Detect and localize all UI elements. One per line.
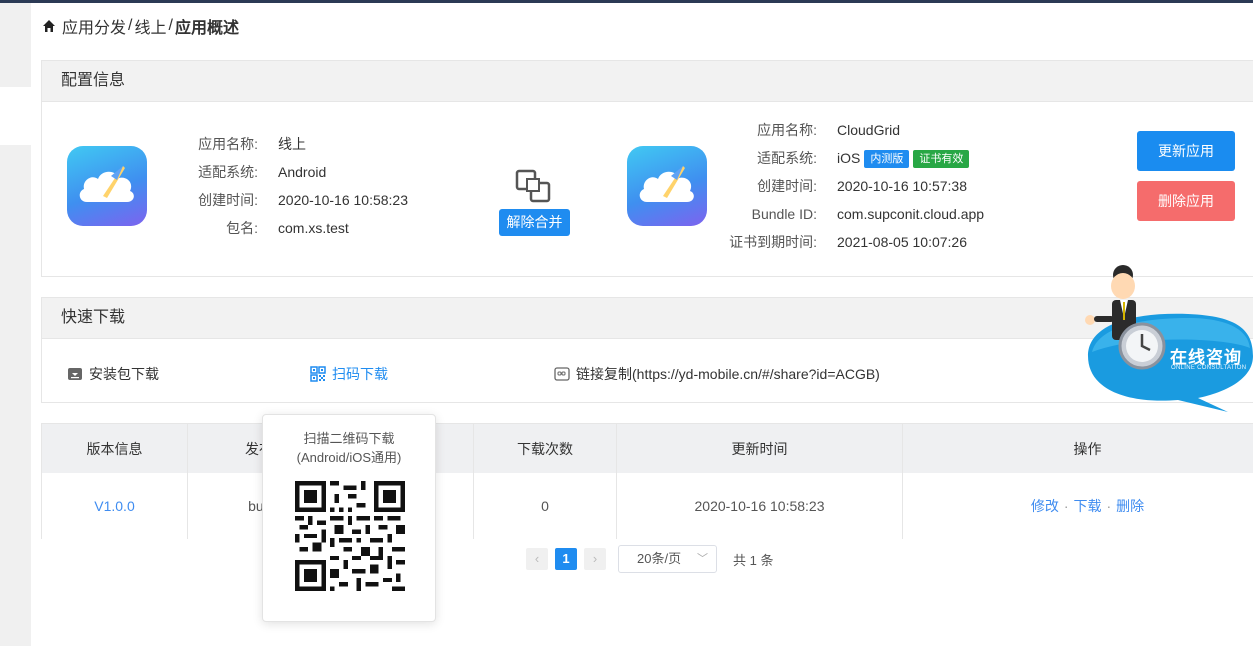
- pagination: ‹ 1 › 20条/页 ﹀ 共 1 条: [526, 545, 773, 573]
- package-download-label: 安装包下载: [89, 366, 159, 382]
- table-row: V1.0.0 buil 0 2020-10-16 10:58:23 修改 · 下…: [42, 473, 1253, 539]
- version-cell: V1.0.0: [42, 473, 188, 539]
- table-header-updated: 更新时间: [617, 424, 903, 473]
- link-copy-icon: [554, 367, 570, 381]
- version-table: 版本信息 发布 下载次数 更新时间 操作 V1.0.0 buil 0 2020-…: [41, 423, 1253, 539]
- ios-bundle-id: Bundle ID: com.supconit.cloud.app: [751, 206, 985, 222]
- actions-cell: 修改 · 下载 · 删除: [903, 473, 1253, 539]
- action-separator: ·: [1106, 498, 1112, 514]
- copy-link-item[interactable]: 链接复制(https://yd-mobile.cn/#/share?id=ACG…: [554, 364, 880, 384]
- ios-cert-expiry: 证书到期时间: 2021-08-05 10:07:26: [729, 234, 967, 250]
- prev-page-button[interactable]: ‹: [526, 548, 548, 570]
- action-separator: ·: [1063, 498, 1069, 514]
- chevron-down-icon: ﹀: [697, 553, 708, 565]
- total-count: 共 1 条: [733, 552, 774, 568]
- online-consultation-widget[interactable]: [1078, 258, 1253, 418]
- page-size-select[interactable]: 20条/页 ﹀: [618, 545, 717, 573]
- breadcrumb-separator: /: [168, 17, 173, 34]
- android-app-name: 应用名称: 线上: [198, 136, 306, 152]
- android-app-created: 创建时间: 2020-10-16 10:58:23: [198, 192, 408, 208]
- download-card-title: 快速下载: [42, 298, 1253, 339]
- download-link[interactable]: 下载: [1074, 496, 1102, 516]
- download-card: 快速下载 安装包下载 扫码下载 链接复制(https://yd-mobile.c…: [41, 297, 1253, 403]
- ios-app-icon: [627, 146, 707, 226]
- update-app-button[interactable]: 更新应用: [1137, 131, 1235, 171]
- ios-app-platform: 适配系统: iOS 内测版 证书有效: [722, 148, 970, 169]
- edit-link[interactable]: 修改: [1031, 496, 1059, 516]
- page-size-value: 20条/页: [637, 551, 682, 566]
- config-card-title: 配置信息: [42, 61, 1253, 102]
- android-app-package: 包名: com.xs.test: [226, 220, 349, 236]
- breadcrumb-separator: /: [128, 17, 133, 34]
- config-card: 配置信息 应用名称: 线上 适配系统: Android 创建时间: 2020-10-1…: [41, 60, 1253, 277]
- qrcode-icon: [310, 366, 326, 382]
- downloads-cell: 0: [474, 473, 617, 539]
- qr-download-label: 扫码下载: [332, 366, 388, 382]
- beta-tag: 内测版: [864, 150, 910, 169]
- qr-popover: 扫描二维码下载 (Android/iOS通用): [262, 414, 436, 622]
- updated-cell: 2020-10-16 10:58:23: [617, 473, 903, 539]
- table-header-row: 版本信息 发布 下载次数 更新时间 操作: [42, 424, 1253, 473]
- cert-valid-tag: 证书有效: [913, 150, 970, 169]
- table-header-downloads: 下载次数: [474, 424, 617, 473]
- android-app-icon: [67, 146, 147, 226]
- qr-popover-title: 扫描二维码下载: [303, 431, 395, 446]
- page-number-current[interactable]: 1: [555, 548, 577, 570]
- top-bar: [0, 0, 1253, 3]
- download-box-icon: [68, 368, 82, 380]
- merge-icon: [515, 169, 551, 203]
- delete-app-button[interactable]: 删除应用: [1137, 181, 1235, 221]
- sidebar-selected-item[interactable]: [0, 87, 31, 145]
- ios-app-name: 应用名称: CloudGrid: [757, 122, 901, 138]
- breadcrumb-item-distribution[interactable]: 应用分发: [62, 14, 126, 38]
- breadcrumb-item-current: 应用概述: [174, 20, 239, 37]
- home-icon[interactable]: [42, 19, 56, 33]
- next-page-button[interactable]: ›: [584, 548, 606, 570]
- qr-download-link[interactable]: 扫码下载: [310, 364, 388, 384]
- unmerge-button[interactable]: 解除合并: [499, 209, 570, 236]
- android-app-platform: 适配系统: Android: [198, 164, 327, 180]
- consultation-subtitle: ONLINE CONSULTATION: [1171, 365, 1247, 371]
- left-sidebar: [0, 3, 31, 646]
- table-header-version: 版本信息: [42, 424, 188, 473]
- package-download-link[interactable]: 安装包下载: [67, 364, 159, 384]
- delete-link[interactable]: 删除: [1116, 496, 1144, 516]
- qr-code-image: [295, 481, 405, 591]
- qr-popover-subtitle: (Android/iOS通用): [296, 450, 402, 465]
- breadcrumb-item-online[interactable]: 线上: [134, 14, 166, 38]
- table-header-actions: 操作: [1073, 440, 1102, 457]
- version-link[interactable]: V1.0.0: [94, 498, 134, 514]
- ios-app-created: 创建时间: 2020-10-16 10:57:38: [757, 178, 967, 194]
- copy-link-label: 链接复制(https://yd-mobile.cn/#/share?id=ACG…: [576, 366, 880, 382]
- breadcrumb: 应用分发 / 线上 / 应用概述: [42, 14, 239, 38]
